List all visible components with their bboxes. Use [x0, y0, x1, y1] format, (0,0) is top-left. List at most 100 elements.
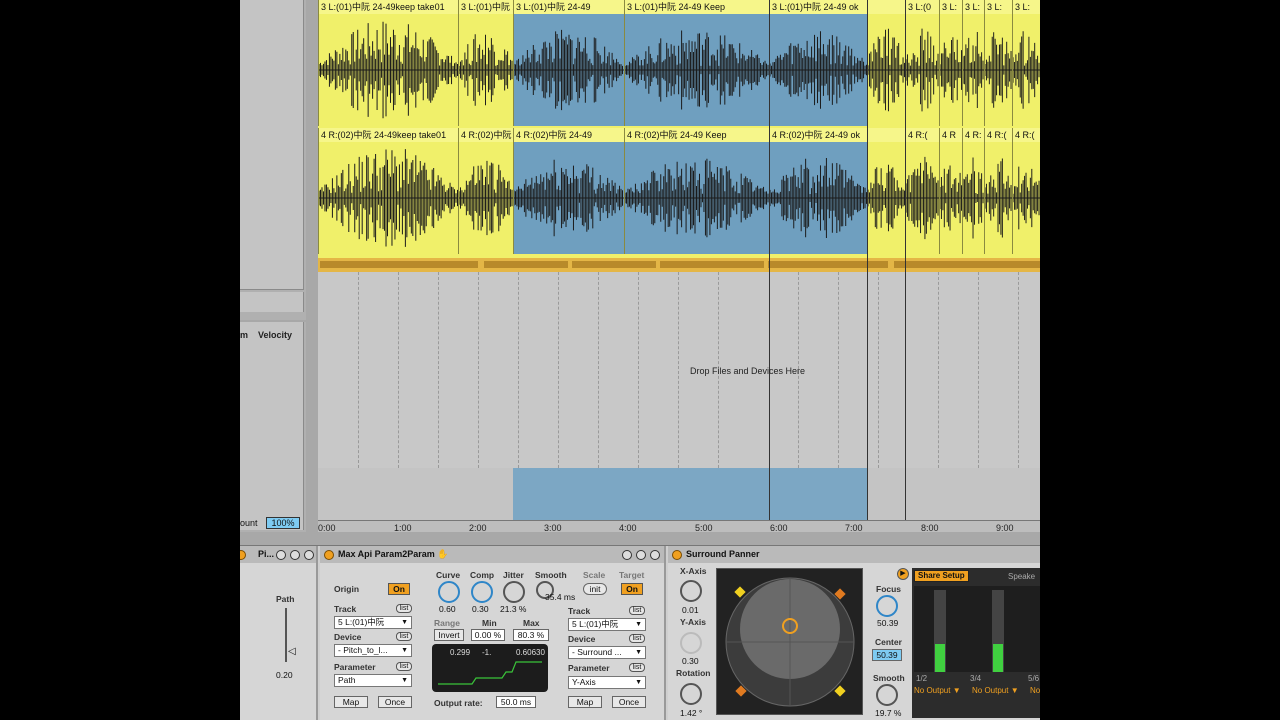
audio-clip[interactable]: 3 L: — [984, 0, 1012, 126]
clip-header[interactable]: 3 L:(0 — [906, 0, 939, 14]
output-select-2[interactable]: No Output ▼ — [972, 686, 1019, 695]
audio-clip[interactable]: 3 L: — [1012, 0, 1040, 126]
clip-header[interactable] — [868, 0, 905, 14]
center-field[interactable]: 50.39 — [872, 649, 902, 661]
audio-clip[interactable]: 3 L: — [962, 0, 984, 126]
rotation-knob[interactable] — [680, 683, 702, 705]
clip-header[interactable]: 4 R: — [963, 128, 984, 142]
parameter-dropdown[interactable]: Path — [334, 674, 412, 687]
track-list-button[interactable]: list — [396, 604, 412, 613]
audio-clip[interactable]: 4 R:( — [905, 128, 939, 254]
clip-header[interactable] — [868, 128, 905, 142]
audio-clip[interactable]: 3 L: — [939, 0, 962, 126]
clip-header[interactable]: 3 L:(01)中阮 24- — [459, 0, 513, 14]
drop-zone[interactable] — [318, 272, 1040, 468]
clip-header[interactable]: 3 L: — [985, 0, 1012, 14]
yaxis-knob[interactable] — [680, 632, 702, 654]
fold-icon[interactable] — [622, 550, 632, 560]
track-lane-2[interactable]: 4 R:(02)中阮 24-49keep take014 R:(02)中阮 24… — [318, 128, 1040, 258]
curve-knob[interactable] — [438, 581, 460, 603]
target-parameter-dropdown[interactable]: Y-Axis — [568, 676, 646, 689]
audio-clip[interactable]: 3 L:(01)中阮 24-49 Keep — [624, 0, 769, 126]
audio-clip[interactable] — [867, 0, 905, 126]
audio-clip[interactable]: 4 R — [939, 128, 962, 254]
audio-clip[interactable]: 4 R:(02)中阮 24-49 Keep — [624, 128, 769, 254]
clip-header[interactable]: 3 L:(01)中阮 24-49keep take01 — [319, 0, 458, 14]
clip-header[interactable]: 4 R:(02)中阮 24-49 ok — [770, 128, 867, 142]
clip-header[interactable]: 4 R:(02)中阮 24-49keep take01 — [319, 128, 458, 142]
target-parameter-list-button[interactable]: list — [629, 663, 645, 672]
clip-header[interactable]: 4 R:(02)中阮 24 — [459, 128, 513, 142]
audio-clip[interactable]: 3 L:(01)中阮 24-49keep take01 — [318, 0, 458, 126]
clip-header[interactable]: 4 R:( — [1013, 128, 1040, 142]
slider-thumb-icon[interactable]: ◁ — [288, 646, 296, 657]
path-slider-track[interactable] — [285, 608, 287, 662]
curve-graph[interactable]: 0.299 -1. 0.60630 — [432, 644, 548, 692]
parameter-list-button[interactable]: list — [396, 662, 412, 671]
audio-clip[interactable] — [867, 128, 905, 254]
audio-clip[interactable]: 3 L:(01)中阮 24- — [458, 0, 513, 126]
share-setup-button[interactable]: Share Setup — [914, 570, 969, 582]
device-surround-panner[interactable]: Surround Panner X-Axis 0.01 Y-Axis 0.30 … — [668, 546, 1040, 720]
power-icon[interactable] — [324, 550, 334, 560]
target-once-button[interactable]: Once — [612, 696, 646, 708]
audio-clip[interactable]: 4 R:( — [984, 128, 1012, 254]
audio-clip[interactable]: 4 R:(02)中阮 24-49keep take01 — [318, 128, 458, 254]
comp-knob[interactable] — [471, 581, 493, 603]
xaxis-knob[interactable] — [680, 580, 702, 602]
clip-header[interactable]: 4 R:(02)中阮 24-49 Keep — [625, 128, 769, 142]
smooth-knob[interactable] — [876, 684, 898, 706]
max-field[interactable]: 80.3 % — [513, 629, 549, 641]
clip-overview-strip[interactable] — [318, 258, 1040, 272]
output-rate-field[interactable]: 50.0 ms — [496, 696, 536, 708]
audio-clip[interactable]: 3 L:(0 — [905, 0, 939, 126]
clip-header[interactable]: 4 R — [940, 128, 962, 142]
invert-button[interactable]: Invert — [434, 629, 464, 641]
device-max-api[interactable]: Max Api Param2Param ✋ Origin On Track li… — [320, 546, 666, 720]
target-map-button[interactable]: Map — [568, 696, 602, 708]
audio-clip[interactable]: 4 R: — [962, 128, 984, 254]
scale-init-button[interactable]: init — [583, 583, 607, 595]
hot-swap-icon[interactable] — [290, 550, 300, 560]
target-track-list-button[interactable]: list — [629, 606, 645, 615]
count-value-box[interactable]: 100% — [266, 517, 300, 529]
clip-header[interactable]: 3 L:(01)中阮 24-49 ok — [770, 0, 867, 14]
clip-header[interactable]: 3 L:(01)中阮 24-49 — [514, 0, 624, 14]
save-preset-icon[interactable] — [650, 550, 660, 560]
device-list-button[interactable]: list — [396, 632, 412, 641]
clip-header[interactable]: 4 R:(02)中阮 24-49 — [514, 128, 624, 142]
focus-knob[interactable] — [876, 595, 898, 617]
clip-header[interactable]: 4 R:( — [906, 128, 939, 142]
device-pitch[interactable]: Pi... Path ◁ 0.20 — [240, 546, 318, 720]
arrangement-view[interactable]: 3 L:(01)中阮 24-49keep take013 L:(01)中阮 24… — [318, 0, 1040, 532]
device-max-title[interactable]: Max Api Param2Param ✋ — [320, 546, 664, 563]
fold-icon[interactable] — [276, 550, 286, 560]
audio-clip[interactable]: 4 R:(02)中阮 24 — [458, 128, 513, 254]
audio-clip[interactable]: 4 R:(02)中阮 24-49 ok — [769, 128, 867, 254]
jitter-knob[interactable] — [503, 581, 525, 603]
target-device-list-button[interactable]: list — [629, 634, 645, 643]
play-icon[interactable]: ▶ — [897, 568, 909, 580]
device-surround-title[interactable]: Surround Panner — [668, 546, 1040, 563]
target-track-dropdown[interactable]: 5 L:(01)中阮 — [568, 618, 646, 631]
clip-header[interactable]: 3 L: — [1013, 0, 1040, 14]
track-lane-1[interactable]: 3 L:(01)中阮 24-49keep take013 L:(01)中阮 24… — [318, 0, 1040, 128]
track-dropdown[interactable]: 5 L:(01)中阮 — [334, 616, 412, 629]
clip-header[interactable]: 3 L:(01)中阮 24-49 Keep — [625, 0, 769, 14]
clip-header[interactable]: 3 L: — [963, 0, 984, 14]
clip-header[interactable]: 4 R:( — [985, 128, 1012, 142]
power-icon[interactable] — [672, 550, 682, 560]
hot-swap-icon[interactable] — [636, 550, 646, 560]
audio-clip[interactable]: 4 R:(02)中阮 24-49 — [513, 128, 624, 254]
audio-clip[interactable]: 3 L:(01)中阮 24-49 ok — [769, 0, 867, 126]
surround-xy-pad[interactable] — [716, 568, 863, 715]
target-device-dropdown[interactable]: - Surround ... — [568, 646, 646, 659]
output-select-3[interactable]: No — [1030, 686, 1040, 695]
origin-once-button[interactable]: Once — [378, 696, 412, 708]
device-dropdown[interactable]: - Pitch_to_l... — [334, 644, 412, 657]
audio-clip[interactable]: 3 L:(01)中阮 24-49 — [513, 0, 624, 126]
target-on-button[interactable]: On — [621, 583, 643, 595]
save-preset-icon[interactable] — [304, 550, 314, 560]
origin-map-button[interactable]: Map — [334, 696, 368, 708]
origin-on-button[interactable]: On — [388, 583, 410, 595]
